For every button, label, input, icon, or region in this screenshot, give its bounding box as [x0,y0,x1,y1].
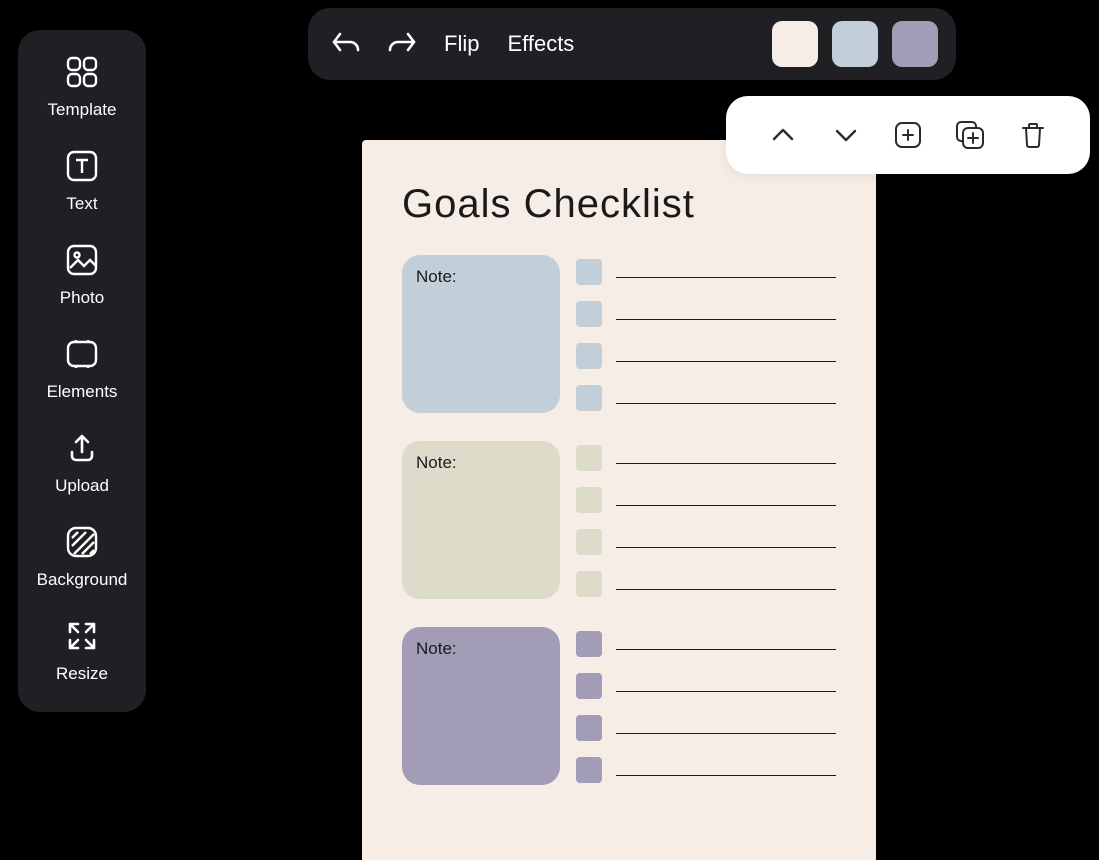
photo-icon [64,242,100,278]
checkbox[interactable] [576,529,602,555]
sidebar-item-photo[interactable]: Photo [60,242,104,308]
add-button[interactable] [890,117,926,153]
sidebar-item-template[interactable]: Template [48,54,117,120]
check-row[interactable] [576,757,836,783]
sidebar-label: Elements [47,382,118,402]
checkbox[interactable] [576,343,602,369]
note-label: Note: [416,267,457,286]
check-column [576,627,836,785]
move-down-button[interactable] [828,117,864,153]
sidebar-label: Resize [56,664,108,684]
checkbox[interactable] [576,259,602,285]
check-row[interactable] [576,445,836,471]
check-line [616,589,836,590]
check-row[interactable] [576,259,836,285]
check-row[interactable] [576,631,836,657]
checkbox[interactable] [576,487,602,513]
move-up-button[interactable] [765,117,801,153]
duplicate-button[interactable] [952,117,988,153]
note-box[interactable]: Note: [402,627,560,785]
checkbox[interactable] [576,445,602,471]
checkbox[interactable] [576,757,602,783]
template-icon [64,54,100,90]
delete-button[interactable] [1015,117,1051,153]
background-icon [64,524,100,560]
check-row[interactable] [576,487,836,513]
check-row[interactable] [576,529,836,555]
sidebar-item-resize[interactable]: Resize [56,618,108,684]
check-row[interactable] [576,301,836,327]
check-column [576,255,836,413]
check-row[interactable] [576,715,836,741]
note-box[interactable]: Note: [402,441,560,599]
sidebar-item-elements[interactable]: Elements [47,336,118,402]
top-toolbar: Flip Effects [308,8,956,80]
flip-button[interactable]: Flip [438,31,485,57]
sidebar-label: Photo [60,288,104,308]
effects-button[interactable]: Effects [501,31,580,57]
checkbox[interactable] [576,673,602,699]
sidebar-item-upload[interactable]: Upload [55,430,109,496]
color-swatches [772,21,938,67]
checkbox[interactable] [576,715,602,741]
sidebar-label: Upload [55,476,109,496]
check-row[interactable] [576,673,836,699]
check-line [616,775,836,776]
color-swatch-2[interactable] [832,21,878,67]
checkbox[interactable] [576,301,602,327]
check-line [616,403,836,404]
color-swatch-3[interactable] [892,21,938,67]
check-row[interactable] [576,343,836,369]
goal-section-1[interactable]: Note: [402,255,836,413]
check-line [616,733,836,734]
check-line [616,505,836,506]
note-label: Note: [416,639,457,658]
sidebar-label: Background [37,570,128,590]
check-row[interactable] [576,385,836,411]
check-column [576,441,836,599]
note-label: Note: [416,453,457,472]
check-line [616,319,836,320]
check-line [616,649,836,650]
sidebar: Template Text Photo Elements [18,30,146,712]
goal-section-3[interactable]: Note: [402,627,836,785]
check-line [616,463,836,464]
note-box[interactable]: Note: [402,255,560,413]
text-icon [64,148,100,184]
checkbox[interactable] [576,385,602,411]
document-title[interactable]: Goals Checklist [402,182,836,227]
check-line [616,361,836,362]
checkbox[interactable] [576,571,602,597]
sidebar-item-text[interactable]: Text [64,148,100,214]
check-line [616,547,836,548]
canvas-document[interactable]: Goals Checklist Note: Note: Note: [362,140,876,860]
checkbox[interactable] [576,631,602,657]
redo-button[interactable] [382,24,422,64]
color-swatch-1[interactable] [772,21,818,67]
elements-icon [64,336,100,372]
sidebar-item-background[interactable]: Background [37,524,128,590]
resize-icon [64,618,100,654]
check-line [616,277,836,278]
sidebar-label: Template [48,100,117,120]
sidebar-label: Text [66,194,97,214]
layer-action-bar [726,96,1090,174]
upload-icon [64,430,100,466]
goal-section-2[interactable]: Note: [402,441,836,599]
check-line [616,691,836,692]
undo-button[interactable] [326,24,366,64]
check-row[interactable] [576,571,836,597]
